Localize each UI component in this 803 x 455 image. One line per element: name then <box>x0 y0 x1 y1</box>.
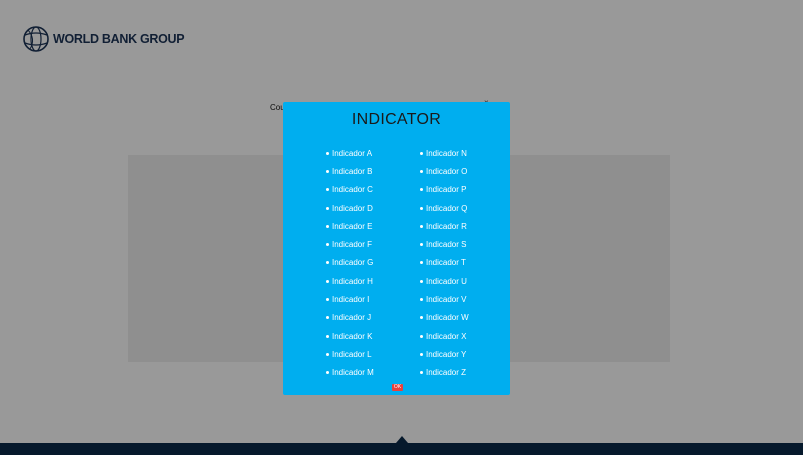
bullet-dot-icon <box>420 279 423 283</box>
indicator-list-left: Indicador A Indicador B Indicador C Indicad… <box>326 144 416 382</box>
indicator-label: Indicador O <box>426 166 468 176</box>
bullet-dot-icon <box>326 298 329 302</box>
indicator-item[interactable]: Indicador U <box>420 272 510 290</box>
indicator-item[interactable]: Indicador L <box>326 345 416 363</box>
bullet-dot-icon <box>326 151 329 155</box>
indicator-item[interactable]: Indicador E <box>326 217 416 235</box>
indicator-label: Indicador U <box>426 276 467 286</box>
indicator-label: Indicador Z <box>426 368 467 378</box>
indicator-item[interactable]: Indicador B <box>326 162 416 180</box>
indicator-label: Indicador E <box>332 221 373 231</box>
bullet-dot-icon <box>326 243 329 247</box>
indicator-modal: INDICATOR Indicador A Indicador B Indicado… <box>283 102 510 395</box>
indicator-item[interactable]: Indicador A <box>326 144 416 162</box>
indicator-label: Indicador C <box>332 185 373 195</box>
indicator-item[interactable]: Indicador J <box>326 309 416 327</box>
indicator-item[interactable]: Indicador H <box>326 272 416 290</box>
bullet-dot-icon <box>420 188 423 192</box>
indicator-label: Indicador M <box>332 368 374 378</box>
bullet-dot-icon <box>420 316 423 320</box>
indicator-label: Indicador I <box>332 295 370 305</box>
indicator-item[interactable]: Indicador Z <box>420 364 510 382</box>
indicator-label: Indicador Y <box>426 349 467 359</box>
bullet-dot-icon <box>420 169 423 173</box>
indicator-item[interactable]: Indicador V <box>420 290 510 308</box>
bullet-dot-icon <box>420 243 423 247</box>
indicator-label: Indicador W <box>426 313 469 323</box>
indicator-item[interactable]: Indicador R <box>420 217 510 235</box>
indicator-item[interactable]: Indicador I <box>326 290 416 308</box>
bullet-dot-icon <box>326 316 329 320</box>
bullet-dot-icon <box>326 371 329 375</box>
indicator-label: Indicador B <box>332 166 373 176</box>
bullet-dot-icon <box>326 261 329 265</box>
indicator-label: Indicador F <box>332 240 373 250</box>
indicator-label: Indicador P <box>426 185 467 195</box>
indicator-item[interactable]: Indicador M <box>326 364 416 382</box>
bullet-dot-icon <box>326 352 329 356</box>
indicator-item[interactable]: Indicador O <box>420 162 510 180</box>
bullet-dot-icon <box>420 298 423 302</box>
modal-title: INDICATOR <box>351 111 442 128</box>
indicator-label: Indicador X <box>426 331 467 341</box>
indicator-label: Indicador S <box>426 240 467 250</box>
indicator-label: Indicador A <box>332 148 373 158</box>
bullet-dot-icon <box>326 188 329 192</box>
bullet-dot-icon <box>420 206 423 210</box>
indicator-item[interactable]: Indicador K <box>326 327 416 345</box>
bullet-dot-icon <box>420 352 423 356</box>
bullet-dot-icon <box>420 224 423 228</box>
indicator-label: Indicador Q <box>426 203 468 213</box>
indicator-item[interactable]: Indicador P <box>420 181 510 199</box>
indicator-label: Indicador G <box>332 258 374 268</box>
indicator-list-right: Indicador N Indicador O Indicador P Indicad… <box>420 144 510 382</box>
indicator-item[interactable]: Indicador W <box>420 309 510 327</box>
indicator-item[interactable]: Indicador X <box>420 327 510 345</box>
indicator-label: Indicador H <box>332 276 373 286</box>
indicator-item[interactable]: Indicador N <box>420 144 510 162</box>
indicator-item[interactable]: Indicador Q <box>420 199 510 217</box>
indicator-label: Indicador K <box>332 331 373 341</box>
bullet-dot-icon <box>326 334 329 338</box>
indicator-label: Indicador R <box>426 221 467 231</box>
bullet-dot-icon <box>420 334 423 338</box>
indicator-item[interactable]: Indicador C <box>326 181 416 199</box>
indicator-item[interactable]: Indicador D <box>326 199 416 217</box>
indicator-label: Indicador L <box>332 349 372 359</box>
bullet-dot-icon <box>326 224 329 228</box>
indicator-item[interactable]: Indicador Y <box>420 345 510 363</box>
indicator-label: Indicador N <box>426 148 467 158</box>
indicator-item[interactable]: Indicador F <box>326 235 416 253</box>
indicator-label: Indicador D <box>332 203 373 213</box>
bullet-dot-icon <box>420 371 423 375</box>
indicator-label: Indicador V <box>426 295 467 305</box>
indicator-label: Indicador J <box>332 313 372 323</box>
bullet-dot-icon <box>326 169 329 173</box>
ok-button[interactable]: OK <box>392 384 403 391</box>
bullet-dot-icon <box>420 151 423 155</box>
bullet-dot-icon <box>326 279 329 283</box>
indicator-item[interactable]: Indicador T <box>420 254 510 272</box>
indicator-item[interactable]: Indicador G <box>326 254 416 272</box>
indicator-label: Indicador T <box>426 258 466 268</box>
bullet-dot-icon <box>420 261 423 265</box>
bullet-dot-icon <box>326 206 329 210</box>
indicator-item[interactable]: Indicador S <box>420 235 510 253</box>
